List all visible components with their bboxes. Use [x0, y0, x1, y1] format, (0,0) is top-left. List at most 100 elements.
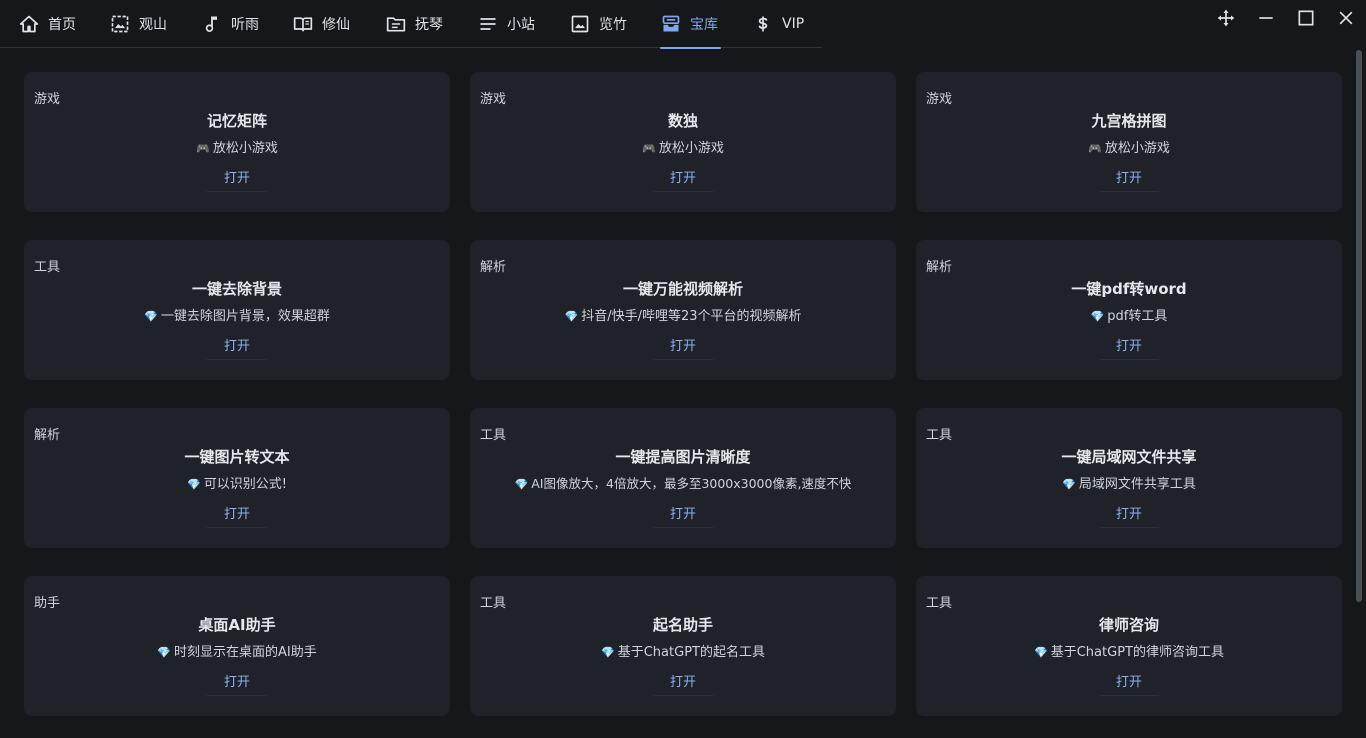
- gem-icon: 💎: [187, 478, 201, 491]
- card-description: 💎 基于ChatGPT的律师咨询工具: [916, 641, 1342, 660]
- open-button[interactable]: 打开: [205, 166, 269, 192]
- tab-bamboo[interactable]: 览竹: [569, 0, 627, 48]
- card-category: 工具: [926, 596, 953, 611]
- app-card: 解析 一键万能视频解析 💎 抖音/快手/哔哩等23个平台的视频解析 打开: [470, 240, 896, 380]
- home-icon: [18, 13, 40, 35]
- maximize-button[interactable]: [1294, 8, 1318, 32]
- card-desc-text: 一键去除图片背景，效果超群: [160, 309, 330, 324]
- card-category: 工具: [926, 428, 953, 443]
- open-button[interactable]: 打开: [651, 502, 715, 528]
- card-category: 游戏: [480, 92, 507, 107]
- card-description: 💎 抖音/快手/哔哩等23个平台的视频解析: [470, 305, 896, 324]
- scrollbar-thumb[interactable]: [1356, 50, 1362, 602]
- tab-label: 小站: [507, 17, 535, 33]
- card-title: 一键图片转文本: [184, 448, 290, 466]
- tab-rain[interactable]: 听雨: [201, 0, 259, 48]
- card-description: 💎 局域网文件共享工具: [916, 473, 1342, 492]
- card-category: 游戏: [34, 92, 61, 107]
- open-button[interactable]: 打开: [205, 334, 269, 360]
- picture-icon: [569, 13, 591, 35]
- gem-icon: 💎: [514, 478, 529, 491]
- card-category: 工具: [34, 260, 61, 275]
- tab-label: 听雨: [231, 17, 259, 33]
- tab-cultivation[interactable]: 修仙: [292, 0, 350, 48]
- tab-label: 览竹: [599, 17, 627, 33]
- tab-label: 抚琴: [415, 17, 443, 33]
- book-open-icon: [292, 13, 314, 35]
- card-desc-text: 时刻显示在桌面的AI助手: [173, 645, 317, 660]
- gem-icon: 💎: [601, 646, 615, 659]
- card-title: 一键局域网文件共享: [1061, 448, 1197, 466]
- card-description: 🎮 放松小游戏: [916, 137, 1342, 156]
- app-card: 工具 一键局域网文件共享 💎 局域网文件共享工具 打开: [916, 408, 1342, 548]
- card-desc-text: 基于ChatGPT的起名工具: [617, 645, 765, 660]
- app-card: 解析 一键pdf转word 💎 pdf转工具 打开: [916, 240, 1342, 380]
- folder-icon: [385, 13, 407, 35]
- music-note-icon: [201, 13, 223, 35]
- card-description: 💎 AI图像放大，4倍放大，最多至3000x3000像素,速度不快: [470, 473, 896, 492]
- close-button[interactable]: [1334, 8, 1358, 32]
- card-title: 律师咨询: [1098, 616, 1159, 634]
- tab-home[interactable]: 首页: [18, 0, 76, 48]
- minimize-button[interactable]: [1254, 8, 1278, 32]
- app-card: 工具 一键去除背景 💎 一键去除图片背景，效果超群 打开: [24, 240, 450, 380]
- open-button[interactable]: 打开: [1097, 334, 1161, 360]
- card-description: 🎮 放松小游戏: [24, 137, 450, 156]
- card-description: 💎 可以识别公式!: [24, 473, 450, 492]
- close-icon: [1336, 8, 1356, 32]
- tab-label: VIP: [782, 16, 805, 32]
- tab-label: 修仙: [322, 17, 350, 33]
- card-title: 桌面AI助手: [198, 616, 276, 634]
- vertical-scrollbar[interactable]: [1352, 48, 1366, 738]
- gem-icon: 💎: [564, 310, 579, 323]
- minimize-icon: [1256, 8, 1276, 32]
- open-button[interactable]: 打开: [205, 670, 269, 696]
- open-button[interactable]: 打开: [1097, 166, 1161, 192]
- card-desc-text: pdf转工具: [1107, 309, 1168, 324]
- tab-vip[interactable]: VIP: [752, 0, 804, 48]
- card-category: 工具: [480, 428, 507, 443]
- card-description: 💎 时刻显示在桌面的AI助手: [24, 641, 450, 660]
- card-desc-text: 局域网文件共享工具: [1078, 477, 1196, 492]
- card-category: 游戏: [926, 92, 953, 107]
- gem-icon: 💎: [1062, 478, 1076, 491]
- open-button[interactable]: 打开: [651, 334, 715, 360]
- card-desc-text: 放松小游戏: [658, 141, 724, 156]
- card-description: 🎮 放松小游戏: [470, 137, 896, 156]
- card-title: 记忆矩阵: [206, 112, 267, 130]
- menu-lines-icon: [477, 13, 499, 35]
- image-frame-icon: [109, 13, 131, 35]
- inbox-icon: [660, 13, 682, 35]
- card-desc-text: 放松小游戏: [212, 141, 278, 156]
- card-description: 💎 基于ChatGPT的起名工具: [470, 641, 896, 660]
- card-title: 起名助手: [652, 616, 713, 634]
- move-icon: [1216, 8, 1236, 32]
- card-desc-text: 抖音/快手/哔哩等23个平台的视频解析: [581, 309, 802, 324]
- gamepad-icon: 🎮: [1088, 142, 1102, 155]
- tab-station[interactable]: 小站: [477, 0, 535, 48]
- gamepad-icon: 🎮: [196, 142, 210, 155]
- card-category: 工具: [480, 596, 507, 611]
- tab-label: 首页: [48, 17, 76, 33]
- card-title: 一键pdf转word: [1071, 280, 1187, 298]
- tab-treasury[interactable]: 宝库: [660, 0, 721, 49]
- nav-tabs: 首页 观山 听雨 修仙 抚琴 小站 览竹 宝库 VIP: [0, 0, 822, 49]
- open-button[interactable]: 打开: [651, 166, 715, 192]
- move-window-button[interactable]: [1214, 8, 1238, 32]
- gem-icon: 💎: [144, 310, 158, 323]
- open-button[interactable]: 打开: [1097, 670, 1161, 696]
- open-button[interactable]: 打开: [205, 502, 269, 528]
- gem-icon: 💎: [1034, 646, 1048, 659]
- app-card: 助手 桌面AI助手 💎 时刻显示在桌面的AI助手 打开: [24, 576, 450, 716]
- tab-guqin[interactable]: 抚琴: [385, 0, 443, 48]
- card-title: 九宫格拼图: [1091, 112, 1167, 130]
- tab-label: 观山: [139, 17, 167, 33]
- tab-mountain[interactable]: 观山: [109, 0, 167, 48]
- app-card: 游戏 数独 🎮 放松小游戏 打开: [470, 72, 896, 212]
- app-card: 工具 一键提高图片清晰度 💎 AI图像放大，4倍放大，最多至3000x3000像素…: [470, 408, 896, 548]
- open-button[interactable]: 打开: [651, 670, 715, 696]
- card-category: 解析: [34, 428, 61, 443]
- open-button[interactable]: 打开: [1097, 502, 1161, 528]
- app-card: 工具 律师咨询 💎 基于ChatGPT的律师咨询工具 打开: [916, 576, 1342, 716]
- gamepad-icon: 🎮: [642, 142, 656, 155]
